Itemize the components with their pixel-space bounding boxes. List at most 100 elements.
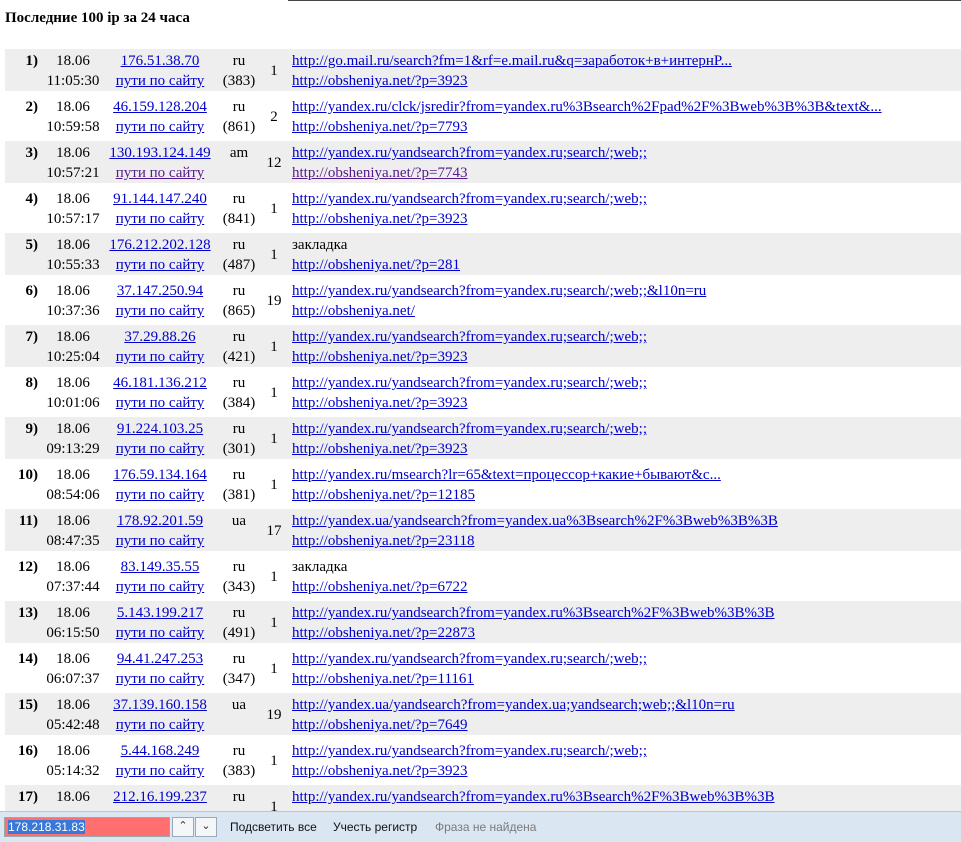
row-number-cell: 1) bbox=[5, 51, 39, 71]
row-number: 13) bbox=[18, 605, 38, 621]
table-row: 2) 18.06 10:59:58 46.159.128.204 пути по сай… bbox=[5, 95, 961, 137]
landing-page-link[interactable]: http://obsheniya.net/?p=3923 bbox=[292, 395, 468, 411]
referrer-link[interactable]: http://yandex.ru/yandsearch?from=yandex.… bbox=[292, 789, 775, 805]
site-paths-link[interactable]: пути по сайту bbox=[116, 349, 205, 365]
referrer-link[interactable]: http://yandex.ru/yandsearch?from=yandex.… bbox=[292, 375, 647, 391]
landing-page-link[interactable]: http://obsheniya.net/?p=6722 bbox=[292, 579, 468, 595]
visit-date: 18.06 bbox=[56, 375, 90, 391]
match-case-button[interactable]: Учесть регистр bbox=[333, 820, 417, 834]
site-paths-link[interactable]: пути по сайту bbox=[116, 671, 205, 687]
referrer-link-cell: http://yandex.ru/yandsearch?from=yandex.… bbox=[292, 281, 706, 301]
landing-page-link[interactable]: http://obsheniya.net/?p=3923 bbox=[292, 349, 468, 365]
visit-date: 18.06 bbox=[56, 421, 90, 437]
referrer-link[interactable]: http://yandex.ru/yandsearch?from=yandex.… bbox=[292, 421, 647, 437]
referrer-link[interactable]: http://yandex.ru/yandsearch?from=yandex.… bbox=[292, 651, 647, 667]
landing-page-link[interactable]: http://obsheniya.net/?p=3923 bbox=[292, 211, 468, 227]
landing-page-link-cell: http://obsheniya.net/?p=6722 bbox=[292, 577, 468, 597]
referrer-link-cell: закладка bbox=[292, 235, 347, 255]
site-paths-link[interactable]: пути по сайту bbox=[116, 257, 205, 273]
site-paths-link[interactable]: пути по сайту bbox=[116, 625, 205, 641]
landing-page-link[interactable]: http://obsheniya.net/?p=3923 bbox=[292, 73, 468, 89]
site-paths-link-cell: пути по сайту bbox=[105, 255, 215, 275]
ip-link[interactable]: 176.212.202.128 bbox=[109, 237, 210, 253]
site-paths-link[interactable]: пути по сайту bbox=[116, 211, 205, 227]
page-views: 1 bbox=[270, 569, 278, 585]
site-paths-link[interactable]: пути по сайту bbox=[116, 395, 205, 411]
landing-page-link-cell: http://obsheniya.net/?p=3923 bbox=[292, 439, 468, 459]
site-paths-link[interactable]: пути по сайту bbox=[116, 165, 205, 181]
site-paths-link[interactable]: пути по сайту bbox=[116, 533, 205, 549]
ip-link-cell: 5.44.168.249 bbox=[105, 741, 215, 761]
referrer-link-cell: http://yandex.ru/yandsearch?from=yandex.… bbox=[292, 373, 647, 393]
find-input[interactable]: 178.218.31.83 bbox=[4, 817, 170, 837]
site-paths-link[interactable]: пути по сайту bbox=[116, 717, 205, 733]
referrer-link[interactable]: http://yandex.ru/yandsearch?from=yandex.… bbox=[292, 283, 706, 299]
page-views: 1 bbox=[270, 385, 278, 401]
landing-page-link[interactable]: http://obsheniya.net/?p=22873 bbox=[292, 625, 475, 641]
find-previous-button[interactable]: ⌃ bbox=[172, 817, 194, 837]
landing-page-link[interactable]: http://obsheniya.net/ bbox=[292, 303, 415, 319]
row-number-cell: 10) bbox=[5, 465, 38, 485]
landing-page-link[interactable]: http://obsheniya.net/?p=11161 bbox=[292, 671, 474, 687]
highlight-all-button[interactable]: Подсветить все bbox=[230, 820, 317, 834]
referrer-link[interactable]: http://yandex.ru/yandsearch?from=yandex.… bbox=[292, 145, 647, 161]
find-next-button[interactable]: ⌄ bbox=[195, 817, 217, 837]
ip-link[interactable]: 46.181.136.212 bbox=[113, 375, 207, 391]
landing-page-link[interactable]: http://obsheniya.net/?p=12185 bbox=[292, 487, 475, 503]
landing-page-link[interactable]: http://obsheniya.net/?p=281 bbox=[292, 257, 460, 273]
referrer-link[interactable]: http://yandex.ru/yandsearch?from=yandex.… bbox=[292, 743, 647, 759]
ip-link[interactable]: 176.51.38.70 bbox=[121, 53, 200, 69]
ip-link[interactable]: 94.41.247.253 bbox=[117, 651, 203, 667]
referrer-link-cell: http://yandex.ua/yandsearch?from=yandex.… bbox=[292, 695, 735, 715]
ip-link[interactable]: 5.143.199.217 bbox=[117, 605, 203, 621]
visit-date-cell: 18.06 bbox=[41, 787, 105, 807]
referrer-link[interactable]: http://yandex.ru/msearch?lr=65&text=проц… bbox=[292, 467, 721, 483]
ip-link[interactable]: 130.193.124.149 bbox=[109, 145, 210, 161]
table-row: 5) 18.06 10:55:33 176.212.202.128 пути по са… bbox=[5, 233, 961, 275]
site-paths-link-cell: пути по сайту bbox=[105, 163, 215, 183]
ip-link[interactable]: 46.159.128.204 bbox=[113, 99, 207, 115]
visit-date: 18.06 bbox=[56, 651, 90, 667]
referrer-link[interactable]: http://yandex.ua/yandsearch?from=yandex.… bbox=[292, 697, 735, 713]
ip-link[interactable]: 178.92.201.59 bbox=[117, 513, 203, 529]
landing-page-link[interactable]: http://obsheniya.net/?p=23118 bbox=[292, 533, 474, 549]
table-row: 1) 18.06 11:05:30 176.51.38.70 пути по сайту… bbox=[5, 49, 961, 91]
visits-table: 1) 18.06 11:05:30 176.51.38.70 пути по сайту… bbox=[5, 49, 961, 811]
chevron-up-icon: ⌃ bbox=[178, 820, 188, 832]
ip-link[interactable]: 91.224.103.25 bbox=[117, 421, 203, 437]
site-paths-link[interactable]: пути по сайту bbox=[116, 303, 205, 319]
ip-link[interactable]: 37.147.250.94 bbox=[117, 283, 203, 299]
referrer-link[interactable]: http://go.mail.ru/search?fm=1&rf=e.mail.… bbox=[292, 53, 732, 69]
country-code: ru bbox=[232, 191, 246, 207]
table-row: 3) 18.06 10:57:21 130.193.124.149 пути по са… bbox=[5, 141, 961, 183]
visit-count-cell: (421) bbox=[217, 347, 261, 367]
referrer-link[interactable]: http://yandex.ua/yandsearch?from=yandex.… bbox=[292, 513, 778, 529]
visit-count-cell: (343) bbox=[217, 577, 261, 597]
ip-link[interactable]: 37.29.88.26 bbox=[124, 329, 195, 345]
visit-date-cell: 18.06 bbox=[41, 327, 105, 347]
landing-page-link[interactable]: http://obsheniya.net/?p=7793 bbox=[292, 119, 468, 135]
landing-page-link[interactable]: http://obsheniya.net/?p=3923 bbox=[292, 441, 468, 457]
country-code: ru bbox=[232, 421, 246, 437]
site-paths-link[interactable]: пути по сайту bbox=[116, 441, 205, 457]
site-paths-link[interactable]: пути по сайту bbox=[116, 119, 205, 135]
site-paths-link[interactable]: пути по сайту bbox=[116, 73, 205, 89]
referrer-link[interactable]: http://yandex.ru/yandsearch?from=yandex.… bbox=[292, 605, 775, 621]
ip-link[interactable]: 212.16.199.237 bbox=[113, 789, 207, 805]
referrer-link[interactable]: http://yandex.ru/clck/jsredir?from=yande… bbox=[292, 99, 882, 115]
referrer-link[interactable]: http://yandex.ru/yandsearch?from=yandex.… bbox=[292, 329, 647, 345]
landing-page-link[interactable]: http://obsheniya.net/?p=3923 bbox=[292, 763, 468, 779]
visit-date-cell: 18.06 bbox=[41, 143, 105, 163]
landing-page-link[interactable]: http://obsheniya.net/?p=7649 bbox=[292, 717, 468, 733]
site-paths-link[interactable]: пути по сайту bbox=[116, 763, 205, 779]
ip-link[interactable]: 91.144.147.240 bbox=[113, 191, 207, 207]
visit-time: 05:42:48 bbox=[46, 717, 100, 733]
ip-link[interactable]: 5.44.168.249 bbox=[121, 743, 200, 759]
ip-link[interactable]: 176.59.134.164 bbox=[113, 467, 207, 483]
site-paths-link[interactable]: пути по сайту bbox=[116, 487, 205, 503]
site-paths-link[interactable]: пути по сайту bbox=[116, 579, 205, 595]
ip-link[interactable]: 37.139.160.158 bbox=[113, 697, 207, 713]
referrer-link[interactable]: http://yandex.ru/yandsearch?from=yandex.… bbox=[292, 191, 647, 207]
ip-link[interactable]: 83.149.35.55 bbox=[121, 559, 200, 575]
landing-page-link[interactable]: http://obsheniya.net/?p=7743 bbox=[292, 165, 468, 181]
